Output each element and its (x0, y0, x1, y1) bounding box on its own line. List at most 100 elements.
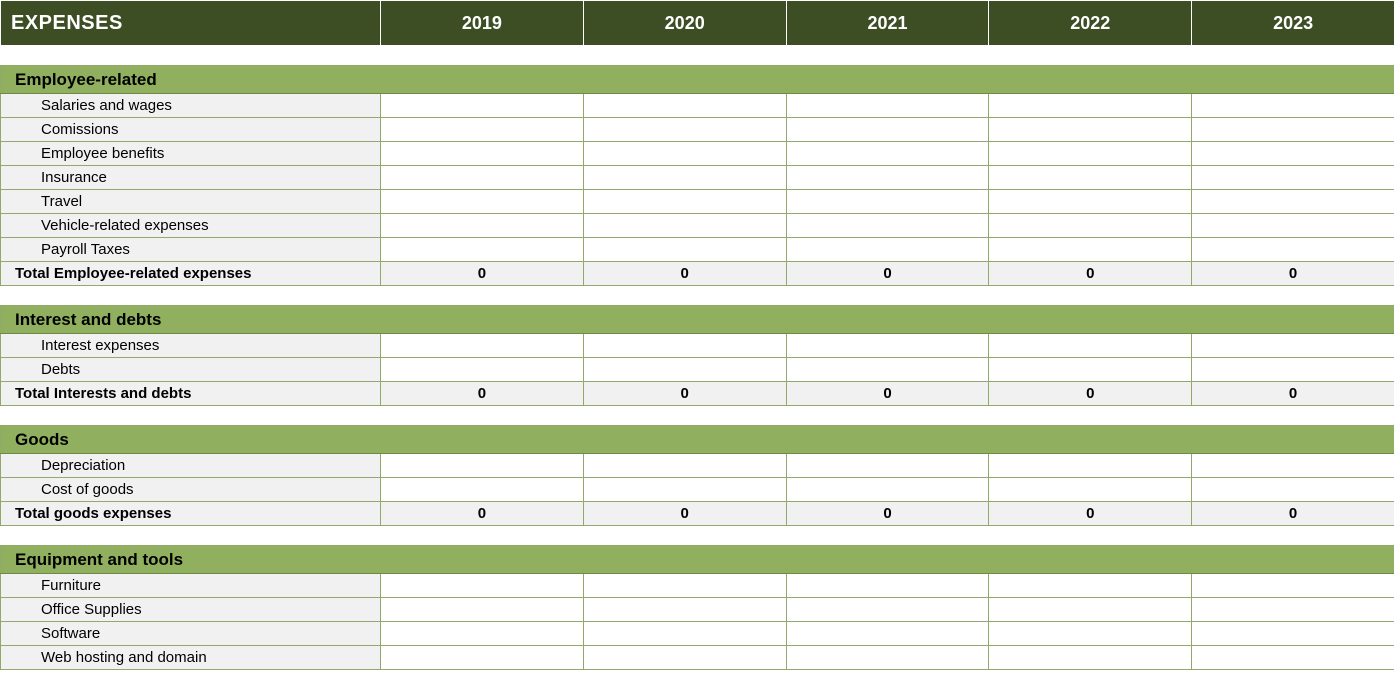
expense-cell[interactable] (381, 238, 584, 262)
expense-cell[interactable] (381, 142, 584, 166)
expense-row: Travel (1, 190, 1394, 214)
expense-cell[interactable] (989, 190, 1192, 214)
expense-cell[interactable] (583, 598, 786, 622)
expense-cell[interactable] (989, 454, 1192, 478)
expense-label: Comissions (1, 118, 381, 142)
total-row: Total Interests and debts00000 (1, 382, 1394, 406)
expense-cell[interactable] (1192, 574, 1394, 598)
expense-cell[interactable] (381, 646, 584, 670)
expense-cell[interactable] (583, 574, 786, 598)
year-header: 2019 (381, 1, 584, 46)
expense-cell[interactable] (381, 574, 584, 598)
expense-cell[interactable] (786, 334, 989, 358)
expense-cell[interactable] (989, 334, 1192, 358)
expense-cell[interactable] (786, 646, 989, 670)
expense-cell[interactable] (989, 142, 1192, 166)
expense-cell[interactable] (1192, 334, 1394, 358)
expense-cell[interactable] (786, 478, 989, 502)
expense-cell[interactable] (583, 454, 786, 478)
expense-cell[interactable] (583, 190, 786, 214)
total-cell: 0 (989, 382, 1192, 406)
total-cell: 0 (583, 262, 786, 286)
expense-cell[interactable] (989, 646, 1192, 670)
total-cell: 0 (381, 502, 584, 526)
expense-cell[interactable] (381, 166, 584, 190)
expense-cell[interactable] (583, 478, 786, 502)
expense-cell[interactable] (381, 598, 584, 622)
expense-cell[interactable] (381, 478, 584, 502)
expense-cell[interactable] (989, 598, 1192, 622)
expense-cell[interactable] (989, 478, 1192, 502)
header-row: EXPENSES20192020202120222023 (1, 1, 1394, 46)
expense-cell[interactable] (381, 334, 584, 358)
expense-cell[interactable] (1192, 646, 1394, 670)
expense-cell[interactable] (583, 94, 786, 118)
expense-cell[interactable] (989, 238, 1192, 262)
expense-cell[interactable] (583, 118, 786, 142)
expense-cell[interactable] (381, 190, 584, 214)
expense-row: Furniture (1, 574, 1394, 598)
spacer-row (1, 286, 1394, 306)
expense-cell[interactable] (1192, 142, 1394, 166)
expense-label: Salaries and wages (1, 94, 381, 118)
expense-label: Office Supplies (1, 598, 381, 622)
expense-row: Insurance (1, 166, 1394, 190)
expense-cell[interactable] (786, 358, 989, 382)
expense-cell[interactable] (583, 214, 786, 238)
expense-cell[interactable] (583, 358, 786, 382)
expense-cell[interactable] (989, 574, 1192, 598)
expense-cell[interactable] (1192, 238, 1394, 262)
expense-cell[interactable] (786, 142, 989, 166)
expense-cell[interactable] (1192, 478, 1394, 502)
expense-cell[interactable] (381, 118, 584, 142)
expense-cell[interactable] (381, 94, 584, 118)
expense-cell[interactable] (786, 118, 989, 142)
expense-cell[interactable] (786, 574, 989, 598)
expense-cell[interactable] (989, 166, 1192, 190)
expense-cell[interactable] (1192, 118, 1394, 142)
expense-cell[interactable] (786, 454, 989, 478)
expense-cell[interactable] (1192, 622, 1394, 646)
expense-row: Web hosting and domain (1, 646, 1394, 670)
year-header: 2020 (583, 1, 786, 46)
expense-cell[interactable] (381, 622, 584, 646)
total-label: Total Interests and debts (1, 382, 381, 406)
expense-cell[interactable] (583, 238, 786, 262)
expense-cell[interactable] (1192, 358, 1394, 382)
expense-cell[interactable] (786, 94, 989, 118)
table-title: EXPENSES (1, 1, 381, 46)
expense-row: Interest expenses (1, 334, 1394, 358)
expense-cell[interactable] (583, 622, 786, 646)
expense-cell[interactable] (1192, 190, 1394, 214)
expense-cell[interactable] (1192, 214, 1394, 238)
expense-cell[interactable] (1192, 166, 1394, 190)
total-cell: 0 (381, 382, 584, 406)
expense-cell[interactable] (381, 454, 584, 478)
expense-cell[interactable] (786, 598, 989, 622)
expense-cell[interactable] (786, 166, 989, 190)
total-label: Total goods expenses (1, 502, 381, 526)
expense-cell[interactable] (786, 622, 989, 646)
expense-cell[interactable] (989, 358, 1192, 382)
total-cell: 0 (786, 502, 989, 526)
expense-cell[interactable] (786, 214, 989, 238)
expense-cell[interactable] (1192, 454, 1394, 478)
expense-cell[interactable] (989, 118, 1192, 142)
expense-cell[interactable] (989, 214, 1192, 238)
expense-cell[interactable] (1192, 94, 1394, 118)
expense-cell[interactable] (381, 358, 584, 382)
total-cell: 0 (1192, 502, 1394, 526)
expense-cell[interactable] (583, 166, 786, 190)
expense-cell[interactable] (381, 214, 584, 238)
expense-cell[interactable] (786, 238, 989, 262)
expense-cell[interactable] (989, 94, 1192, 118)
expense-cell[interactable] (1192, 598, 1394, 622)
year-header: 2023 (1192, 1, 1394, 46)
expense-cell[interactable] (583, 142, 786, 166)
expense-cell[interactable] (583, 646, 786, 670)
section-title: Interest and debts (1, 306, 1394, 334)
section-header: Equipment and tools (1, 546, 1394, 574)
expense-cell[interactable] (786, 190, 989, 214)
expense-cell[interactable] (583, 334, 786, 358)
expense-cell[interactable] (989, 622, 1192, 646)
